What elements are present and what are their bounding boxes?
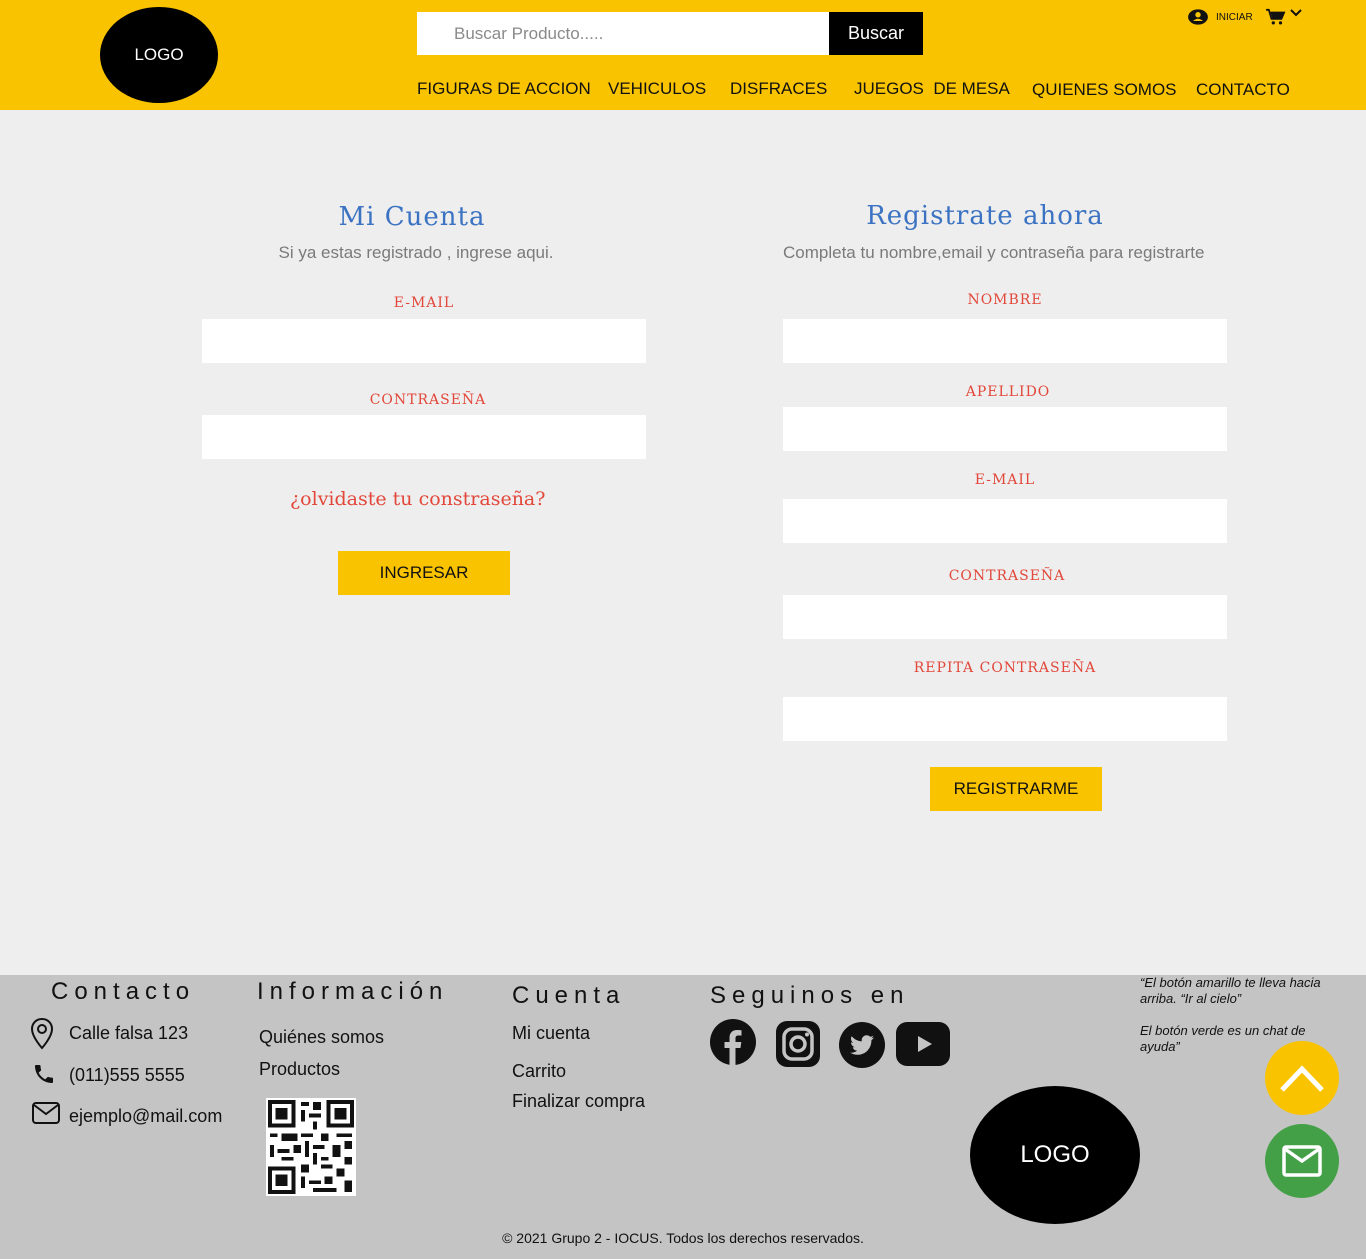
- chevron-down-icon: [1289, 9, 1302, 17]
- footer-link-quienes-somos[interactable]: Quiénes somos: [259, 1027, 384, 1048]
- register-title: Registrate ahora: [866, 201, 1104, 231]
- login-email-label: E-MAIL: [393, 295, 455, 311]
- instagram-icon[interactable]: [776, 1021, 820, 1072]
- envelope-icon: [1282, 1145, 1322, 1177]
- mail-icon: [31, 1100, 61, 1131]
- youtube-icon[interactable]: [896, 1022, 950, 1071]
- copyright-text: © 2021 Grupo 2 - IOCUS. Todos los derech…: [502, 1230, 864, 1246]
- nav-juegos-de-mesa[interactable]: JUEGOS DE MESA: [854, 79, 1010, 99]
- shopping-cart-icon: [1265, 8, 1287, 26]
- footer-link-finalizar-compra[interactable]: Finalizar compra: [512, 1091, 645, 1112]
- account-circle-icon: [1187, 8, 1209, 26]
- chevron-up-icon: [1279, 1063, 1325, 1093]
- footer-link-productos[interactable]: Productos: [259, 1059, 340, 1080]
- footer-contact-heading: Contacto: [51, 978, 196, 1005]
- nav-figuras-de-accion[interactable]: FIGURAS DE ACCION: [417, 79, 591, 99]
- register-name-field[interactable]: [783, 319, 1227, 363]
- search-input[interactable]: [417, 12, 829, 55]
- phone-icon: [31, 1062, 57, 1091]
- cart-button[interactable]: [1265, 8, 1302, 26]
- footer-logo-text: LOGO: [1020, 1141, 1090, 1168]
- location-pin-icon: [29, 1017, 55, 1056]
- register-subtitle: Completa tu nombre,email y contraseña pa…: [783, 243, 1205, 262]
- nav-disfraces[interactable]: DISFRACES: [730, 79, 827, 99]
- footer-info-heading: Información: [257, 978, 449, 1005]
- header-logo-text: LOGO: [134, 45, 184, 64]
- footer-account-heading: Cuenta: [512, 982, 626, 1009]
- login-label: INICIAR: [1216, 11, 1253, 23]
- scroll-to-top-button[interactable]: [1265, 1041, 1339, 1115]
- login-password-field[interactable]: [202, 415, 646, 459]
- register-submit-button[interactable]: REGISTRARME: [930, 767, 1102, 811]
- qr-code-icon: [265, 1098, 357, 1201]
- register-password-field[interactable]: [783, 595, 1227, 639]
- register-email-label: E-MAIL: [974, 472, 1036, 488]
- login-email-field[interactable]: [202, 319, 646, 363]
- footer-link-carrito[interactable]: Carrito: [512, 1061, 566, 1082]
- login-password-label: CONTRASEÑA: [369, 392, 487, 408]
- nav-contacto[interactable]: CONTACTO: [1196, 80, 1290, 100]
- footer-social-heading: Seguinos en: [710, 982, 910, 1009]
- register-repeat-password-field[interactable]: [783, 697, 1227, 741]
- footer-phone: (011)555 5555: [69, 1065, 185, 1085]
- footer-link-mi-cuenta[interactable]: Mi cuenta: [512, 1023, 590, 1044]
- register-password-label: CONTRASEÑA: [948, 568, 1066, 584]
- footer-note-yellow-button: “El botón amarillo te lleva hacia arriba…: [1140, 975, 1321, 1006]
- header-logo[interactable]: LOGO: [100, 7, 218, 103]
- login-submit-button[interactable]: INGRESAR: [338, 551, 510, 595]
- nav-vehiculos[interactable]: VEHICULOS: [608, 79, 706, 99]
- forgot-password-link[interactable]: ¿olvidaste tu constraseña?: [290, 488, 545, 510]
- register-email-field[interactable]: [783, 499, 1227, 543]
- register-repeat-password-label: REPITA CONTRASEÑA: [913, 660, 1097, 676]
- footer-logo[interactable]: LOGO: [970, 1086, 1140, 1224]
- chat-help-button[interactable]: [1265, 1124, 1339, 1198]
- search-box: [417, 12, 829, 55]
- login-title: Mi Cuenta: [338, 202, 486, 232]
- site-header: LOGO Buscar INICIAR FIGURAS DE ACCION VE…: [0, 0, 1366, 110]
- user-area: INICIAR: [1187, 8, 1302, 26]
- user-login-link[interactable]: INICIAR: [1187, 8, 1253, 26]
- footer-email: ejemplo@mail.com: [69, 1106, 223, 1126]
- register-lastname-label: APELLIDO: [965, 384, 1051, 400]
- search-button[interactable]: Buscar: [829, 12, 923, 55]
- login-subtitle: Si ya estas registrado , ingrese aqui.: [278, 243, 554, 262]
- footer-address: Calle falsa 123: [69, 1023, 189, 1043]
- twitter-icon[interactable]: [839, 1022, 885, 1073]
- register-name-label: NOMBRE: [967, 292, 1043, 308]
- nav-quienes-somos[interactable]: QUIENES SOMOS: [1032, 80, 1177, 100]
- facebook-icon[interactable]: [710, 1019, 756, 1070]
- register-lastname-field[interactable]: [783, 407, 1227, 451]
